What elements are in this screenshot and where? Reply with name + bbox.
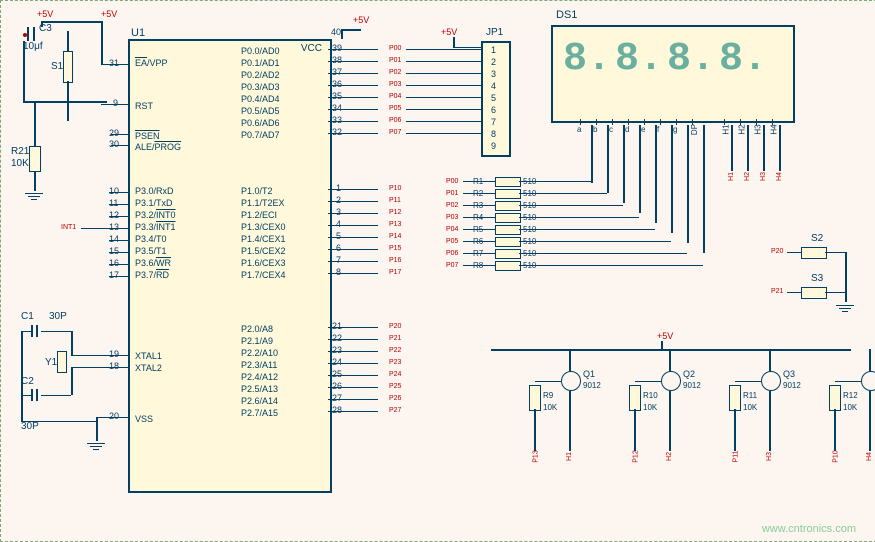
ground-icon <box>25 191 43 202</box>
c3-val: 10μf <box>23 41 43 52</box>
ds1-ref: DS1 <box>556 9 577 21</box>
crystal-y1 <box>57 351 67 373</box>
switch-s2 <box>801 247 827 259</box>
s1-ref: S1 <box>51 61 63 72</box>
watermark: www.cntronics.com <box>762 523 856 535</box>
net-s3: P21 <box>771 288 783 295</box>
c2-val: 30P <box>21 421 39 432</box>
seven-segment-ds1: 8.8.8.8. <box>551 25 795 123</box>
switch-s3 <box>801 287 827 299</box>
u1-vcc-label: VCC <box>301 43 322 54</box>
c1-val: 30P <box>49 311 67 322</box>
s2-ref: S2 <box>811 233 823 244</box>
net-int1: INT1 <box>61 224 76 231</box>
power-label-2: +5V <box>101 9 117 19</box>
capacitor-c1 <box>31 325 38 339</box>
c3-ref: C3 <box>39 23 52 34</box>
y1-ref: Y1 <box>45 357 57 368</box>
net-s2: P20 <box>771 248 783 255</box>
c1-ref: C1 <box>21 311 34 322</box>
jp1-ref: JP1 <box>486 27 503 38</box>
power-label-jp1: +5V <box>441 27 457 37</box>
u1-ref: U1 <box>131 27 145 39</box>
r21-ref: R21 <box>11 146 29 157</box>
power-label-q: +5V <box>657 331 673 341</box>
s3-ref: S3 <box>811 273 823 284</box>
resistor-r21 <box>29 146 41 172</box>
switch-s1 <box>63 51 73 83</box>
u1-pin40: 40 <box>331 27 341 37</box>
r21-val: 10K <box>11 158 29 169</box>
ground-icon <box>836 303 854 314</box>
power-label-3: +5V <box>353 15 369 25</box>
ground-icon <box>87 441 105 452</box>
power-label-1: +5V <box>37 9 53 19</box>
capacitor-c2 <box>31 389 38 403</box>
circuit-schematic: +5V C3 10μf S1 R21 10K +5V U1 VCC 40 +5V… <box>0 0 875 542</box>
